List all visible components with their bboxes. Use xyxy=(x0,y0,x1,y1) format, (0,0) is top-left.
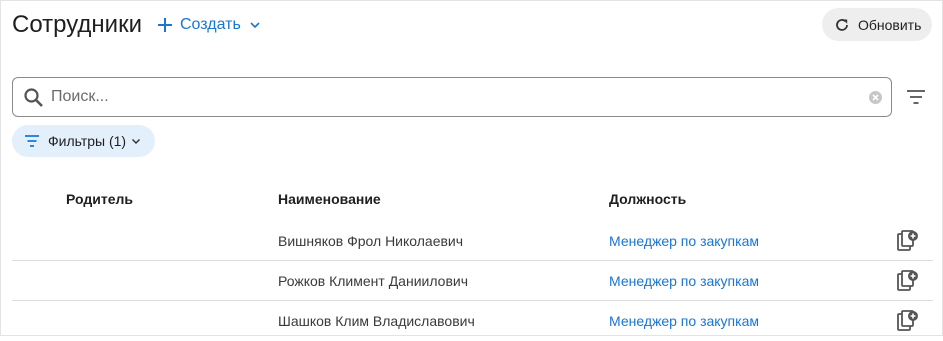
search-input[interactable] xyxy=(51,84,851,110)
column-header-position[interactable]: Должность xyxy=(609,191,686,207)
plus-icon xyxy=(158,18,172,32)
search-box xyxy=(12,77,892,117)
create-label: Создать xyxy=(180,16,241,33)
row-name: Шашков Клим Владиславович xyxy=(278,313,475,329)
table-row[interactable]: Вишняков Фрол Николаевич Менеджер по зак… xyxy=(12,221,933,261)
table-row[interactable]: Шашков Клим Владиславович Менеджер по за… xyxy=(12,301,933,341)
filters-chip-label: Фильтры (1) xyxy=(48,133,127,149)
column-header-name[interactable]: Наименование xyxy=(278,191,381,207)
row-position-link[interactable]: Менеджер по закупкам xyxy=(609,233,759,249)
row-name: Вишняков Фрол Николаевич xyxy=(278,233,464,249)
chevron-down-icon xyxy=(132,138,141,145)
refresh-button[interactable]: Обновить xyxy=(822,8,932,41)
table-row[interactable]: Рожков Климент Даниилович Менеджер по за… xyxy=(12,261,933,301)
copy-add-icon[interactable] xyxy=(896,269,920,293)
filter-menu-icon[interactable] xyxy=(905,87,927,107)
filter-icon xyxy=(25,135,39,147)
row-position-link[interactable]: Менеджер по закупкам xyxy=(609,313,759,329)
filters-chip[interactable]: Фильтры (1) xyxy=(12,125,155,157)
clear-icon[interactable] xyxy=(868,90,883,105)
create-button[interactable]: Создать xyxy=(156,13,261,37)
copy-add-icon[interactable] xyxy=(896,229,920,253)
column-header-parent[interactable]: Родитель xyxy=(66,191,133,207)
row-position-link[interactable]: Менеджер по закупкам xyxy=(609,273,759,289)
refresh-icon xyxy=(836,18,848,31)
row-name: Рожков Климент Даниилович xyxy=(278,273,469,289)
search-icon xyxy=(24,88,43,107)
page-frame: Сотрудники Создать Обновить Поиск... Фил… xyxy=(0,0,943,336)
page-title: Сотрудники xyxy=(12,11,142,38)
copy-add-icon[interactable] xyxy=(896,309,920,333)
chevron-down-icon xyxy=(250,22,260,29)
refresh-label: Обновить xyxy=(858,16,922,33)
